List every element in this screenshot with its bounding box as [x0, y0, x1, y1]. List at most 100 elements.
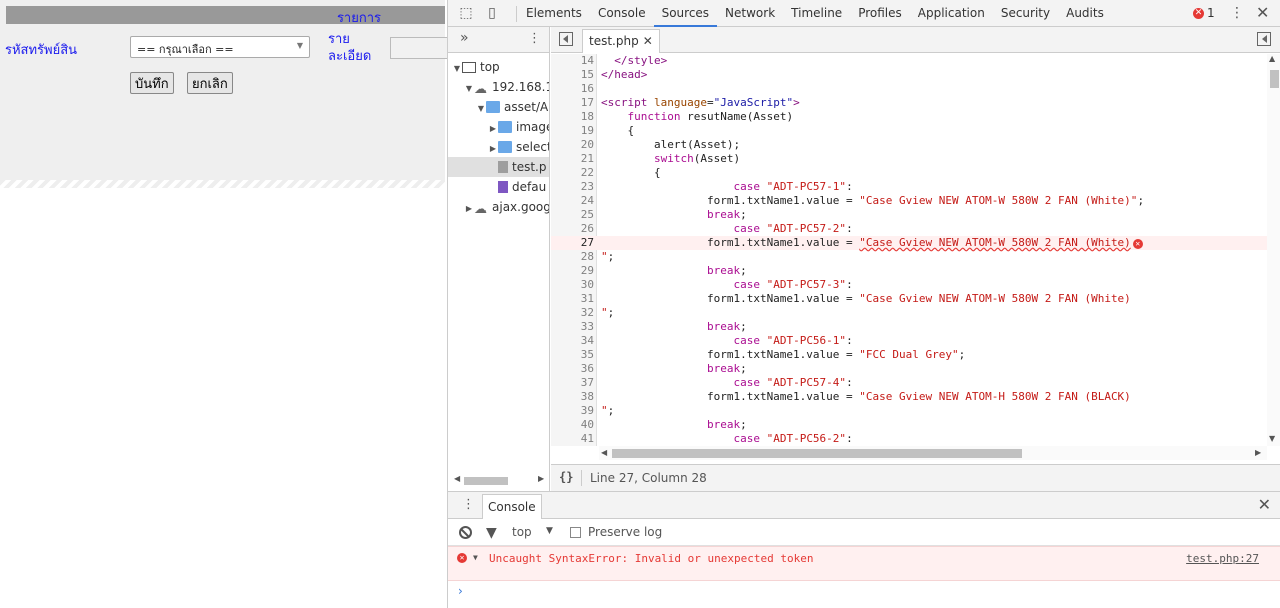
tree-item[interactable]: ▼☁ 192.168.1. [448, 77, 549, 97]
code-line[interactable]: 32 "; [551, 306, 1267, 320]
code-line[interactable]: 15 </head> [551, 68, 1267, 82]
line-number[interactable]: 26 [551, 222, 594, 236]
code-line[interactable]: 24 form1.txtName1.value = "Case Gview NE… [551, 194, 1267, 208]
code-line[interactable]: 34 case "ADT-PC56-1": [551, 334, 1267, 348]
code-line[interactable]: 37 case "ADT-PC57-4": [551, 376, 1267, 390]
chevron-down-icon[interactable]: ▼ [546, 526, 553, 536]
code-line[interactable]: 35 form1.txtName1.value = "FCC Dual Grey… [551, 348, 1267, 362]
tab-sources[interactable]: Sources [653, 0, 718, 27]
code-line[interactable]: 38 form1.txtName1.value = "Case Gview NE… [551, 390, 1267, 404]
code-line[interactable]: 22 { [551, 166, 1267, 180]
error-counter[interactable]: ✕ 1 [1193, 6, 1215, 20]
line-number[interactable]: 35 [551, 348, 594, 362]
line-number[interactable]: 31 [551, 292, 594, 306]
line-number[interactable]: 29 [551, 264, 594, 278]
expand-triangle-icon[interactable]: ▶ [488, 139, 498, 157]
code-line[interactable]: 17 <script language="JavaScript"> [551, 96, 1267, 110]
line-number[interactable]: 18 [551, 110, 594, 124]
scroll-left-icon[interactable]: ◀ [454, 474, 460, 483]
code-line[interactable]: 26 case "ADT-PC57-2": [551, 222, 1267, 236]
filter-icon[interactable]: ▼ [486, 525, 497, 541]
line-number[interactable]: 38 [551, 390, 594, 404]
tree-item[interactable]: ▶ ☁ ajax.goog [448, 197, 549, 217]
tree-item[interactable]: ▶ select [448, 137, 549, 157]
line-number[interactable]: 15 [551, 68, 594, 82]
line-number[interactable]: 19 [551, 124, 594, 138]
file-tab[interactable]: test.php ✕ [582, 29, 660, 53]
code-line[interactable]: 21 switch(Asset) [551, 152, 1267, 166]
code-line[interactable]: 41 case "ADT-PC56-2": [551, 432, 1267, 446]
tab-timeline[interactable]: Timeline [783, 0, 850, 27]
collapse-triangle-icon[interactable]: ▼ [464, 79, 474, 97]
tab-elements[interactable]: Elements [518, 0, 590, 27]
close-tab-icon[interactable]: ✕ [643, 34, 653, 48]
tree-item[interactable]: ▶ image [448, 117, 549, 137]
collapse-triangle-icon[interactable]: ▼ [476, 99, 486, 117]
code-line[interactable]: 20 alert(Asset); [551, 138, 1267, 152]
expand-triangle-icon[interactable]: ▼ [473, 553, 478, 562]
line-number[interactable]: 30 [551, 278, 594, 292]
expand-triangle-icon[interactable]: ▶ [464, 199, 474, 217]
tab-application[interactable]: Application [910, 0, 993, 27]
tab-console[interactable]: Console [590, 0, 654, 27]
code-line[interactable]: 18 function resutName(Asset) [551, 110, 1267, 124]
code-line[interactable]: 36 break; [551, 362, 1267, 376]
tab-network[interactable]: Network [717, 0, 783, 27]
code-line[interactable]: 19 { [551, 124, 1267, 138]
tree-item[interactable]: defau [448, 177, 549, 197]
close-drawer-icon[interactable]: ✕ [1258, 495, 1271, 514]
tab-security[interactable]: Security [993, 0, 1058, 27]
vscroll-thumb[interactable] [1270, 70, 1279, 88]
editor-horizontal-scrollbar[interactable]: ◀ ▶ [599, 446, 1267, 460]
line-number[interactable]: 25 [551, 208, 594, 222]
detail-input[interactable] [390, 37, 447, 59]
code-line[interactable]: 28 "; [551, 250, 1267, 264]
code-line[interactable]: 39 "; [551, 404, 1267, 418]
line-number[interactable]: 16 [551, 82, 594, 96]
line-number[interactable]: 32 [551, 306, 594, 320]
tree-item[interactable]: ▼ top [448, 57, 549, 77]
code-line-error[interactable]: 27 form1.txtName1.value = "Case Gview NE… [551, 236, 1267, 250]
inspect-element-icon[interactable]: ⬚ [458, 5, 474, 21]
scrollbar-thumb[interactable] [464, 477, 508, 485]
hscroll-thumb[interactable] [612, 449, 1022, 458]
navigator-scrollbar[interactable]: ◀ ▶ [454, 474, 544, 486]
code-line[interactable]: 33 break; [551, 320, 1267, 334]
code-line[interactable]: 16 [551, 82, 1267, 96]
menu-icon[interactable]: ⋮ [1230, 5, 1244, 21]
toggle-navigator-icon[interactable] [559, 32, 573, 46]
preserve-log-checkbox[interactable] [570, 527, 581, 538]
code-line[interactable]: 40 break; [551, 418, 1267, 432]
line-number[interactable]: 20 [551, 138, 594, 152]
line-number[interactable]: 34 [551, 334, 594, 348]
clear-console-icon[interactable] [459, 526, 472, 539]
code-line[interactable]: 30 case "ADT-PC57-3": [551, 278, 1267, 292]
save-button[interactable]: บันทึก [130, 72, 174, 94]
line-number[interactable]: 27 [551, 236, 594, 250]
expand-triangle-icon[interactable]: ▶ [488, 119, 498, 137]
line-number[interactable]: 22 [551, 166, 594, 180]
close-icon[interactable]: ✕ [1256, 3, 1269, 22]
drawer-menu-icon[interactable]: ⋮ [462, 497, 475, 512]
more-tabs-icon[interactable]: » [460, 30, 469, 46]
context-select[interactable]: top [512, 525, 532, 539]
code-area[interactable]: 14 </style> 15 </head> 16 17 <script language… [551, 54, 1267, 446]
tab-profiles[interactable]: Profiles [850, 0, 910, 27]
scroll-down-icon[interactable]: ▼ [1269, 434, 1275, 443]
asset-select[interactable]: == กรุณาเลือก == ▼ [130, 36, 310, 58]
pretty-print-icon[interactable]: {} [559, 470, 573, 484]
line-number[interactable]: 40 [551, 418, 594, 432]
editor-vertical-scrollbar[interactable]: ▲ ▼ [1267, 54, 1280, 446]
code-line[interactable]: 14 </style> [551, 54, 1267, 68]
code-line[interactable]: 29 break; [551, 264, 1267, 278]
line-number[interactable]: 33 [551, 320, 594, 334]
code-line[interactable]: 23 case "ADT-PC57-1": [551, 180, 1267, 194]
line-number[interactable]: 37 [551, 376, 594, 390]
line-number[interactable]: 28 [551, 250, 594, 264]
line-number[interactable]: 41 [551, 432, 594, 446]
device-toolbar-icon[interactable]: ▯ [484, 5, 500, 21]
cancel-button[interactable]: ยกเลิก [187, 72, 233, 94]
navigator-menu-icon[interactable]: ⋮ [528, 31, 541, 46]
line-number[interactable]: 24 [551, 194, 594, 208]
line-number[interactable]: 17 [551, 96, 594, 110]
